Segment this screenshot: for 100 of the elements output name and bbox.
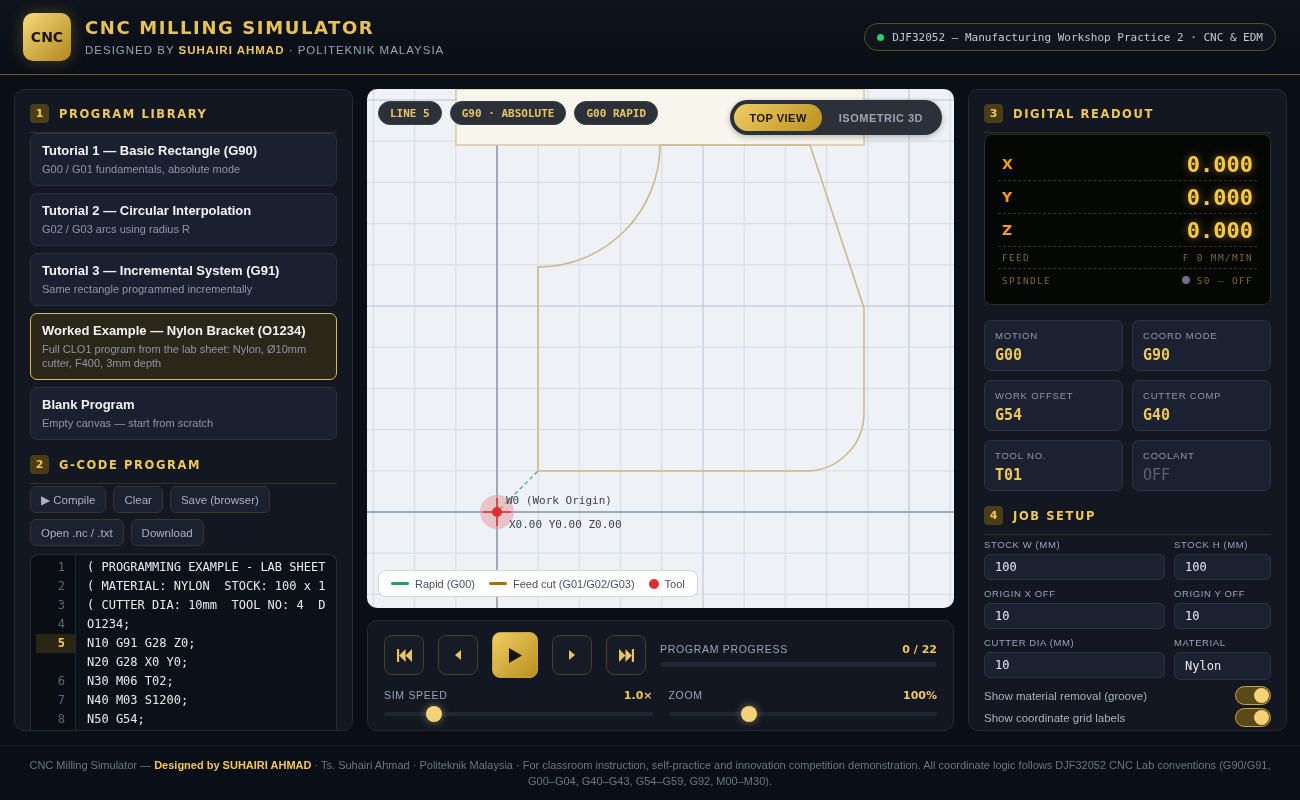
modal-value: G40 [1143,406,1172,424]
feed-value: F 0 MM/MIN [1182,252,1253,263]
view-tab[interactable]: TOP VIEW [734,104,822,131]
code-line: O1234; [86,616,132,633]
slider-reading: 100% [903,689,937,702]
caret-right-icon [569,650,575,660]
modal-label: TOOL NO. [995,450,1048,461]
input-field[interactable]: 10 [984,603,1165,629]
program-item[interactable]: Tutorial 1 — Basic Rectangle (G90) G00 / G01 fundamentals, absolute mode [30,133,337,186]
step-number: 2 [30,455,49,474]
slider-thumb[interactable] [425,706,442,722]
editor-button[interactable]: Save (browser) [169,486,270,513]
play-button[interactable] [492,632,538,678]
skip-back-button[interactable] [384,635,424,675]
line-number: 3 [56,597,66,614]
modal-label: MOTION [995,330,1039,341]
legend-label: Feed cut (G01/G02/G03) [512,577,635,590]
caret-left-icon [455,650,461,660]
program-title: Worked Example — Nylon Bracket (O1234) [42,323,307,338]
slider-thumb[interactable] [741,706,758,722]
slider-track[interactable] [384,706,653,722]
view-tab[interactable]: ISOMETRIC 3D [823,104,938,131]
modal-value: G90 [1143,346,1172,364]
modal-label: WORK OFFSET [995,390,1075,401]
editor-button[interactable]: Clear [113,486,163,513]
axis-value: 0.000 [1186,151,1253,177]
code-line: ( MATERIAL: NYLON STOCK: 100 x 1 [86,578,327,595]
program-description: G02 / G03 arcs using radius R [42,222,191,236]
modal-label: COOLANT [1143,450,1196,461]
input-field[interactable]: 10 [984,652,1165,678]
program-description: Full CLO1 program from the lab sheet: Nylon, Ø10mm cutter, F400, 3mm depth [42,342,308,370]
status-badge: G90 · ABSOLUTE [449,101,567,125]
field-label: STOCK H (MM) [1174,539,1250,551]
skip-forward-button[interactable] [606,635,646,675]
app-logo: CNC [23,13,71,61]
section-title: JOB SETUP [1013,508,1096,523]
input-field[interactable]: 10 [1174,603,1271,629]
program-title: Tutorial 3 — Incremental System (G91) [42,263,281,278]
legend-label: Tool [664,577,685,590]
program-item[interactable]: Tutorial 3 — Incremental System (G91) Same rectangle programmed incrementally [30,253,337,306]
toggle-switch[interactable] [1235,708,1271,727]
legend-label: Rapid (G00) [415,577,475,590]
editor-button[interactable]: Open .nc / .txt [30,519,124,546]
line-number: 1 [56,559,66,576]
modal-label: CUTTER COMP [1143,390,1223,401]
input-field[interactable]: 100 [1174,554,1271,580]
axis-value: 0.000 [1186,217,1253,243]
code-line: N10 G91 G28 Z0; [86,635,197,652]
input-field[interactable]: 100 [984,554,1165,580]
program-item[interactable]: Blank Program Empty canvas — start from scratch [30,387,337,440]
modal-value: OFF [1143,466,1172,484]
section-title: PROGRAM LIBRARY [59,106,208,121]
play-icon [508,647,522,663]
line-number: 7 [56,692,66,709]
spindle-label: SPINDLE [1002,274,1052,286]
toolpath-canvas[interactable]: W0 (Work Origin) X0.00 Y0.00 Z0.00 LINE 5 G90 · ABSOLUTE G00 RAPID TOP VIEW ISOMETRIC 3D Rapid (G00) Feed cut (G01/G02/G03) Tool [367,89,954,608]
editor-button[interactable]: ▶ Compile [30,486,107,513]
program-item[interactable]: Tutorial 2 — Circular Interpolation G02 / G03 arcs using radius R [30,193,337,246]
axis-value: 0.000 [1186,184,1253,210]
select-field[interactable]: Nylon [1174,652,1271,680]
program-description: Same rectangle programmed incrementally [42,282,254,296]
progress-label: PROGRAM PROGRESS [660,643,788,655]
field-label: MATERIAL [1174,637,1227,649]
program-title: Tutorial 1 — Basic Rectangle (G90) [42,143,259,158]
line-number: 6 [56,673,66,690]
code-line: ( CUTTER DIA: 10mm TOOL NO: 4 D [86,597,327,614]
code-line: N30 M06 T02; [86,673,175,690]
axis-label: Z [1002,222,1013,238]
field-label: CUTTER DIA (MM) [984,637,1076,649]
toggle-switch[interactable] [1235,686,1271,705]
line-number: 8 [56,711,66,728]
editor-button[interactable]: Download [130,519,204,546]
program-title: Blank Program [42,397,136,412]
program-description: Empty canvas — start from scratch [42,416,215,430]
field-label: ORIGIN X OFF [984,588,1057,600]
line-number: 2 [56,578,66,595]
code-editor[interactable]: 1 ( PROGRAMMING EXAMPLE - LAB SHEET 2 ( MATERIAL: NYLON STOCK: 100 x 1 3 ( CUTTER DIA: 10mm TOOL NO: 4 D 4 O1234; 5 N10 G91 G28 Z0; N20 G28 X0 Y0; 6 N30 M06 T02; 7 N40 M03 S1200; 8 N50 G54; [30,554,337,730]
position-label: X0.00 Y0.00 Z0.00 [509,518,622,531]
footer-text: CNC Milling Simulator — Designed by SUHAIRI AHMAD · Ts. Suhairi Ahmad · Politeknik Malaysia · For classroom instruction, self-practice and innovation competition demonstration. All coordinate logic follows DJF32052 CNC Lab conventions (G90/G91, G00–G04, G40–G43, G54–G59, G92, M00–M30). [28,758,1272,789]
modal-label: COORD MODE [1143,330,1219,341]
feed-label: FEED [1002,252,1031,263]
code-line: N40 M03 S1200; [86,692,190,709]
section-title: G-CODE PROGRAM [59,457,201,472]
modal-value: G00 [995,346,1024,364]
origin-label: W0 (Work Origin) [506,494,612,507]
progress-reading: 0 / 22 [902,643,937,656]
axis-label: Y [1002,189,1013,205]
code-line: ( PROGRAMMING EXAMPLE - LAB SHEET [86,559,327,576]
slider-label: ZOOM [668,689,703,701]
spindle-value: S0 — OFF [1196,274,1253,286]
modal-value: T01 [995,466,1024,484]
status-badge: LINE 5 [378,101,442,125]
program-item[interactable]: Worked Example — Nylon Bracket (O1234) Full CLO1 program from the lab sheet: Nylon, Ø10mm cutter, F400, 3mm depth [30,313,337,380]
toggle-label: Show material removal (groove) [984,689,1147,702]
toggle-label: Show coordinate grid labels [984,711,1126,724]
slider-track[interactable] [668,706,937,722]
modal-value: G54 [995,406,1024,424]
program-title: Tutorial 2 — Circular Interpolation [42,203,253,218]
line-number: 5 [36,634,75,653]
code-line: N20 G28 X0 Y0; [86,654,190,671]
